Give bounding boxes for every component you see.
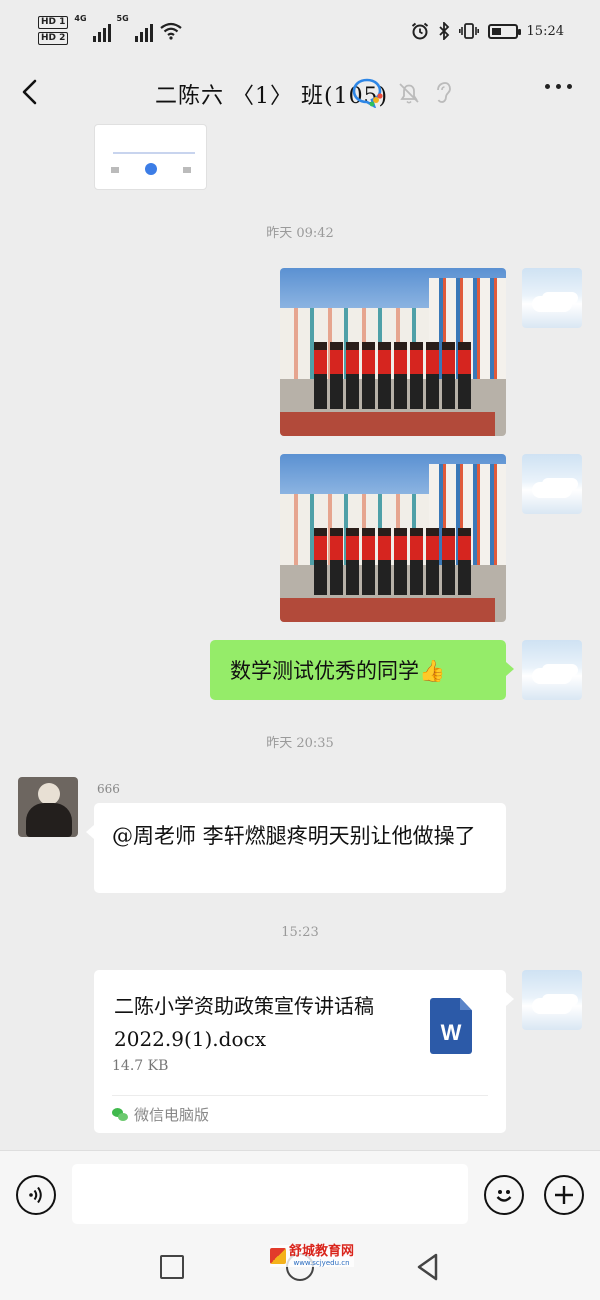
- preview-tab-icon: [111, 167, 119, 173]
- watermark-logo: [270, 1248, 286, 1264]
- preview-text-line: [113, 152, 195, 154]
- bluetooth-icon: [438, 22, 449, 40]
- emoji-button[interactable]: [484, 1175, 524, 1215]
- network-type-1: 4G: [74, 14, 87, 23]
- status-right: 15:24: [411, 22, 564, 40]
- more-functions-button[interactable]: [544, 1175, 584, 1215]
- watermark-url: www.scjyedu.cn: [293, 1259, 350, 1267]
- plus-icon: [555, 1186, 573, 1204]
- message-timestamp: 15:23: [281, 925, 319, 940]
- file-message-card[interactable]: 二陈小学资助政策宣传讲话稿 2022.9(1).docx 14.7 KB W 微…: [94, 970, 514, 1133]
- thumbs-up-emoji: 👍: [419, 659, 446, 683]
- signal-bars-2-icon: [134, 20, 153, 42]
- message-input[interactable]: [72, 1164, 468, 1224]
- message-timestamp: 昨天 09:42: [266, 226, 334, 241]
- clock: 15:24: [526, 23, 564, 39]
- sent-text-bubble[interactable]: 数学测试优秀的同学👍: [210, 640, 514, 700]
- signal-group: HD 1 HD 2 4G 5G: [38, 14, 183, 45]
- mute-bell-icon: [399, 83, 419, 104]
- status-bar: HD 1 HD 2 4G 5G 15:24: [0, 0, 600, 62]
- enterprise-chat-icon[interactable]: [352, 78, 384, 108]
- signal-bars-1-icon: [92, 20, 111, 42]
- back-arrow-icon[interactable]: [16, 76, 48, 108]
- earpiece-icon: [437, 82, 451, 103]
- input-bar: [0, 1150, 600, 1238]
- wechat-icon: [112, 1107, 128, 1122]
- system-navigation-bar: 舒城教育网 www.scjyedu.cn: [0, 1238, 600, 1300]
- my-avatar[interactable]: [522, 454, 582, 514]
- more-options-icon[interactable]: [545, 84, 572, 89]
- battery-icon: [487, 23, 521, 39]
- file-source: 微信电脑版: [112, 1104, 209, 1125]
- file-size: 14.7 KB: [112, 1058, 169, 1074]
- sent-photo-1[interactable]: [280, 268, 506, 436]
- hd-badges: HD 1 HD 2: [38, 16, 69, 45]
- file-name: 二陈小学资助政策宣传讲话稿 2022.9(1).docx: [114, 994, 374, 1051]
- preview-add-icon: [145, 163, 157, 175]
- sender-avatar[interactable]: [18, 777, 78, 837]
- my-avatar[interactable]: [522, 268, 582, 328]
- smile-icon: [496, 1190, 512, 1202]
- my-avatar[interactable]: [522, 970, 582, 1030]
- file-source-label: 微信电脑版: [134, 1106, 210, 1124]
- voice-input-button[interactable]: [16, 1175, 56, 1215]
- message-timestamp: 昨天 20:35: [266, 736, 334, 751]
- previous-screenshot-message[interactable]: [94, 124, 207, 190]
- sim1-badge: HD 1: [38, 16, 69, 29]
- watermark-name: 舒城教育网: [289, 1244, 355, 1259]
- vibrate-icon: [458, 23, 479, 39]
- wifi-icon: [160, 22, 182, 40]
- recent-apps-button[interactable]: [160, 1255, 184, 1279]
- preview-tab-icon: [183, 167, 191, 173]
- sim2-badge: HD 2: [38, 32, 69, 45]
- watermark: 舒城教育网 www.scjyedu.cn: [270, 1244, 355, 1267]
- title-status-icons: [352, 78, 452, 108]
- sender-name: 666: [97, 782, 120, 796]
- card-divider: [112, 1095, 488, 1096]
- received-text-bubble[interactable]: @周老师 李轩燃腿疼明天别让他做操了: [86, 803, 506, 893]
- voice-icon: [29, 1186, 42, 1204]
- my-avatar[interactable]: [522, 640, 582, 700]
- back-button[interactable]: [414, 1252, 442, 1282]
- chat-header: 二陈六 〈1〉 班(105): [0, 62, 600, 124]
- sent-text: 数学测试优秀的同学: [230, 659, 419, 683]
- sent-photo-2[interactable]: [280, 454, 506, 622]
- network-type-2: 5G: [116, 14, 129, 23]
- word-document-icon: W: [430, 998, 472, 1054]
- alarm-icon: [411, 22, 428, 40]
